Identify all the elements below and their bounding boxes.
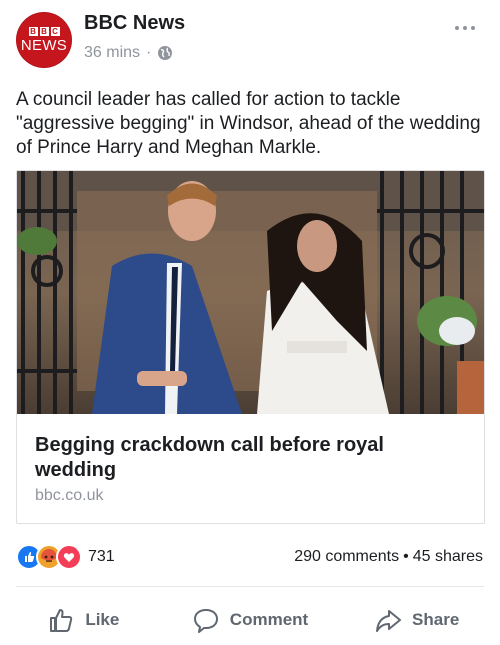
comments-count[interactable]: 290 comments [294,548,399,565]
post-header: BBC NEWS BBC News 36 mins · [0,0,500,80]
reaction-summary[interactable]: 731 [16,544,115,570]
more-dots-icon [455,26,475,30]
reaction-count: 731 [88,548,115,565]
bbc-logo: BBC [28,27,60,36]
comment-label: Comment [229,610,309,629]
link-image[interactable] [17,171,484,414]
page-avatar[interactable]: BBC NEWS [16,12,72,68]
share-icon [376,610,402,632]
link-domain: bbc.co.uk [35,487,104,504]
comment-icon [193,609,218,633]
separator: • [403,548,409,565]
globe-icon [158,46,173,60]
share-label: Share [412,610,460,629]
thumbs-up-icon [50,609,73,632]
post-meta: 36 mins · [84,44,173,62]
avatar-news-label: NEWS [20,37,68,54]
link-preview-card[interactable]: Begging crackdown call before royal wedd… [16,170,485,524]
post-time[interactable]: 36 mins [84,44,140,62]
like-label: Like [85,610,120,629]
share-button[interactable]: Share [333,598,500,642]
like-button[interactable]: Like [0,598,167,642]
page-name[interactable]: BBC News [84,12,185,35]
shares-count[interactable]: 45 shares [413,548,483,565]
post-text: A council leader has called for action t… [16,89,481,158]
divider [16,586,484,587]
engagement-counts: 290 comments • 45 shares [294,548,483,566]
more-options-button[interactable] [454,12,476,38]
link-title[interactable]: Begging crackdown call before royal wedd… [35,433,465,483]
comment-button[interactable]: Comment [167,598,334,642]
post-actions: Like Comment Share [0,598,500,642]
love-reaction-icon [56,544,82,570]
